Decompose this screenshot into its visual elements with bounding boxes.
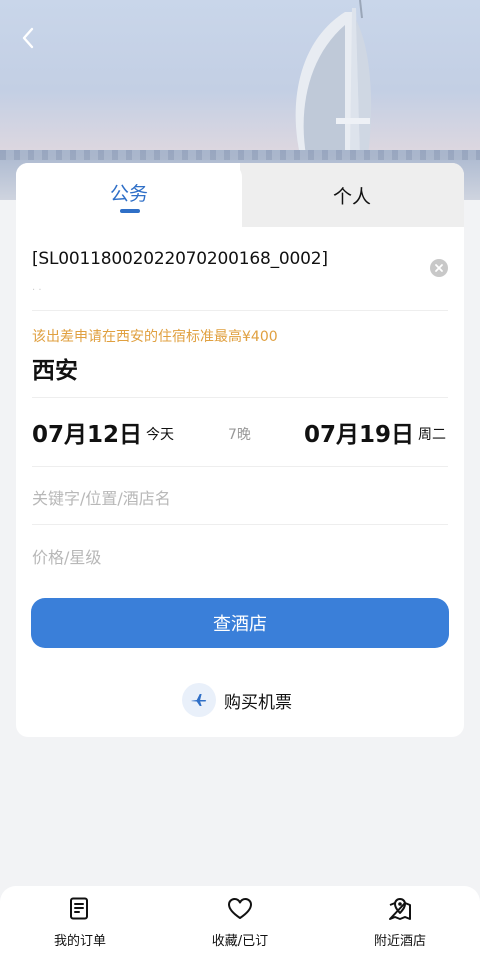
nav-nearby-hotels-label: 附近酒店 <box>373 934 426 949</box>
order-list-icon <box>67 896 93 922</box>
heart-icon <box>227 896 253 922</box>
tab-personal[interactable]: 个人 <box>240 163 464 227</box>
keyword-search-input[interactable]: 关键字/位置/酒店名 <box>32 485 171 509</box>
approval-sub-text: · · <box>32 285 42 296</box>
nights-count: 7晚 <box>228 427 251 443</box>
checkin-date[interactable]: 07月12日 <box>32 415 142 449</box>
date-range-selector[interactable]: 07月12日 今天 7晚 07月19日 周二 <box>32 415 448 455</box>
nav-my-orders[interactable]: 我的订单 <box>20 896 140 956</box>
tab-business-label: 公务 <box>109 182 148 205</box>
divider <box>32 466 448 467</box>
airplane-icon <box>182 683 216 717</box>
chevron-left-icon <box>22 27 34 49</box>
divider <box>32 397 448 398</box>
search-hotel-label: 查酒店 <box>213 614 267 635</box>
buy-flight-label: 购买机票 <box>224 692 292 713</box>
bottom-navigation: 我的订单 收藏/已订 附近酒店 <box>0 886 480 968</box>
back-button[interactable] <box>12 22 44 54</box>
shoreline <box>0 150 480 160</box>
close-circle-icon <box>435 264 443 272</box>
checkout-date[interactable]: 07月19日 <box>304 415 414 449</box>
lodging-standard-notice: 该出差申请在西安的住宿标准最高¥400 <box>32 329 278 345</box>
hotel-search-card: 个人 公务 [SL0011800202207020​0168_0002] · ·… <box>16 163 464 737</box>
divider <box>32 524 448 525</box>
tab-personal-label: 个人 <box>332 185 371 208</box>
nav-favorites[interactable]: 收藏/已订 <box>180 896 300 956</box>
city-selector[interactable]: 西安 <box>32 351 78 385</box>
price-star-filter[interactable]: 价格/星级 <box>32 544 101 568</box>
approval-code-text: [SL0011800202207020​0168_0002] <box>32 249 328 269</box>
checkout-day: 周二 <box>418 427 446 443</box>
checkin-day: 今天 <box>146 427 174 443</box>
nav-favorites-label: 收藏/已订 <box>211 934 269 949</box>
trip-type-tabs: 个人 公务 <box>16 163 464 227</box>
tab-business[interactable]: 公务 <box>16 163 242 227</box>
search-hotel-button[interactable]: 查酒店 <box>31 598 449 648</box>
nav-nearby-hotels[interactable]: 附近酒店 <box>340 896 460 956</box>
clear-approval-button[interactable] <box>430 259 448 277</box>
buy-flight-link[interactable]: 购买机票 <box>182 683 292 717</box>
nav-my-orders-label: 我的订单 <box>53 934 106 949</box>
map-pin-icon <box>387 896 413 922</box>
approval-number-field[interactable]: [SL0011800202207020​0168_0002] · · <box>32 241 448 311</box>
active-tab-indicator <box>120 209 140 213</box>
